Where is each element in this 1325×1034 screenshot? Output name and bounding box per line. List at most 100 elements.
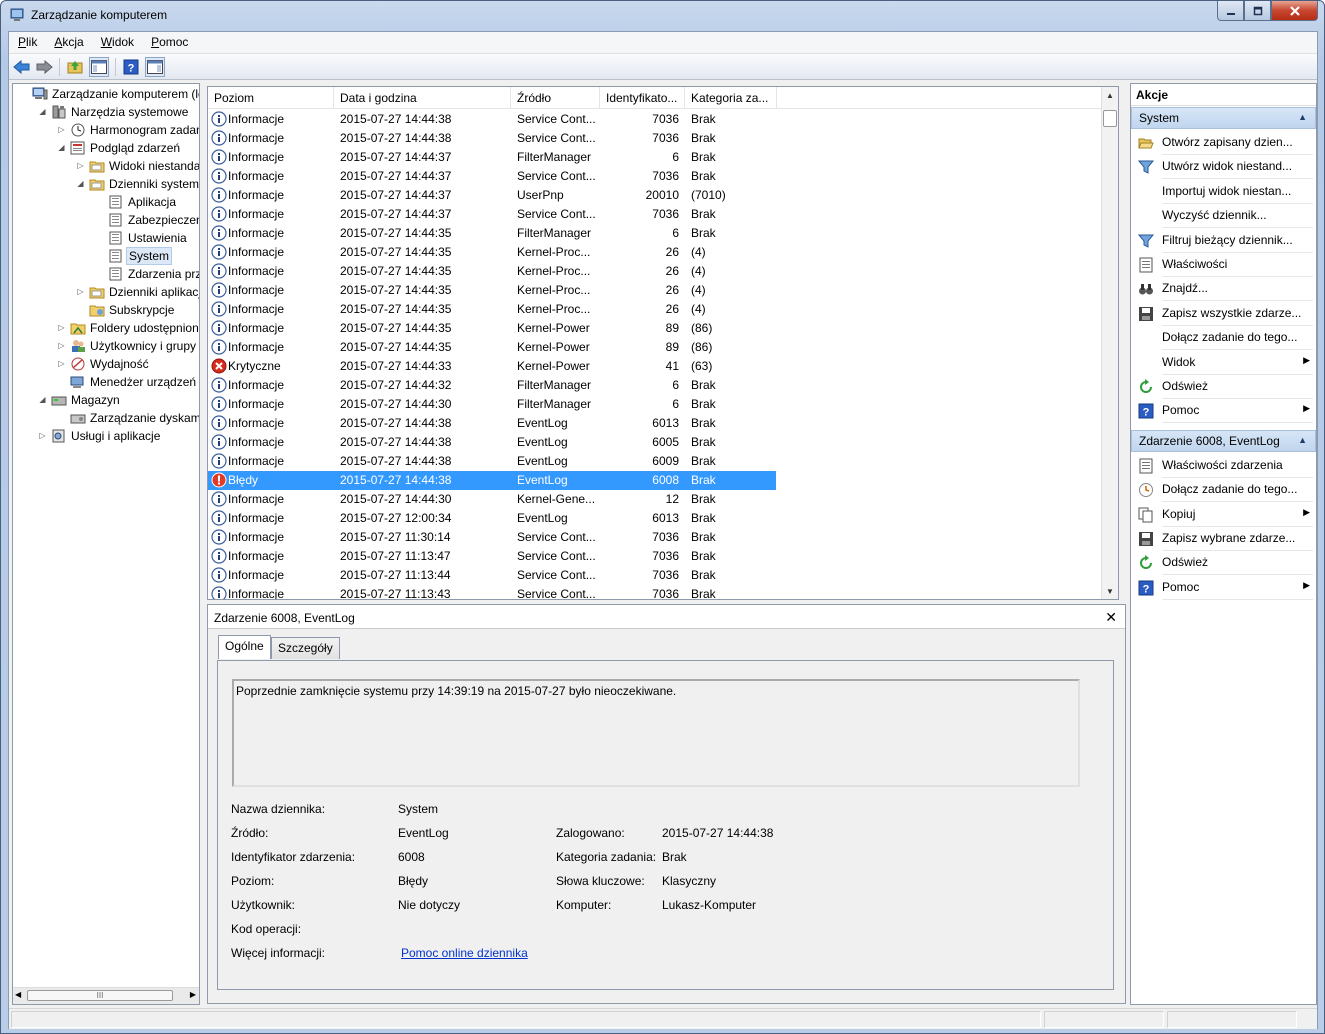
action-item[interactable]: Dołącz zadanie do tego... [1131,326,1316,351]
scroll-up-arrow-icon[interactable]: ▲ [1102,87,1118,103]
table-row[interactable]: Informacje 2015-07-27 14:44:32 FilterManag… [208,376,776,395]
table-row[interactable]: Informacje 2015-07-27 14:44:35 Kernel-Powe… [208,319,776,338]
tree-item[interactable]: ▷ Usługi i aplikacje [13,427,199,445]
table-row[interactable]: Informacje 2015-07-27 12:00:34 EventLog 601… [208,509,776,528]
tab-details[interactable]: Szczegóły [271,637,340,659]
tree-item[interactable]: ▷ Widoki niestandardowe [13,157,199,175]
table-row[interactable]: Informacje 2015-07-27 14:44:35 Kernel-Proc… [208,243,776,262]
tree-item[interactable]: Zarządzanie dyskami [13,409,199,427]
collapse-arrow-icon[interactable]: ◢ [38,391,47,409]
tree-item[interactable]: Ustawienia [13,229,199,247]
table-row[interactable]: Informacje 2015-07-27 11:13:43 Service Con… [208,585,776,599]
actions-section-header[interactable]: Zdarzenie 6008, EventLog ▲ [1131,429,1316,452]
tree-item[interactable]: ▷ Użytkownicy i grupy lokalne [13,337,199,355]
tree-item[interactable]: ▷ Harmonogram zadań [13,121,199,139]
expand-arrow-icon[interactable]: ▷ [57,121,66,139]
console-tree[interactable]: ◀ III ▶ Zarządzanie komputerem (lokalny)… [12,83,200,1005]
table-row[interactable]: Informacje 2015-07-27 14:44:35 Kernel-Proc… [208,300,776,319]
table-row[interactable]: Informacje 2015-07-27 14:44:35 FilterManag… [208,224,776,243]
table-row[interactable]: Informacje 2015-07-27 14:44:38 EventLog 600… [208,433,776,452]
back-button[interactable] [12,57,32,77]
tree-item[interactable]: ▷ Wydajność [13,355,199,373]
table-row[interactable]: Informacje 2015-07-27 11:30:14 Service Con… [208,528,776,547]
tree-item[interactable]: Menedżer urządzeń [13,373,199,391]
action-item[interactable]: Kopiuj ▶ [1131,503,1316,527]
title-bar[interactable]: Zarządzanie komputerem [1,1,1324,29]
expand-arrow-icon[interactable]: ▷ [57,337,66,355]
table-row[interactable]: Informacje 2015-07-27 14:44:35 Kernel-Powe… [208,338,776,357]
collapse-arrow-icon[interactable]: ◢ [57,139,66,157]
tree-item[interactable]: Zarządzanie komputerem (lokalny) [13,85,199,103]
table-row[interactable]: Informacje 2015-07-27 14:44:37 Service Con… [208,205,776,224]
table-row[interactable]: Informacje 2015-07-27 14:44:30 Kernel-Gene… [208,490,776,509]
action-item[interactable]: Dołącz zadanie do tego... [1131,478,1316,503]
column-header[interactable]: Źródło [511,87,600,109]
action-item[interactable]: Odśwież [1131,551,1316,576]
action-item[interactable]: Znajdź... [1131,277,1316,302]
tree-item[interactable]: ◢ Dzienniki systemu Windows [13,175,199,193]
action-item[interactable]: Wyczyść dziennik... [1131,204,1316,229]
show-hide-tree-button[interactable] [89,57,109,77]
maximize-button[interactable] [1244,1,1271,21]
event-description[interactable]: Poprzednie zamknięcie systemu przy 14:39… [232,679,1080,787]
forward-button[interactable] [34,57,54,77]
table-row[interactable]: Informacje 2015-07-27 11:13:47 Service Con… [208,547,776,566]
scroll-down-arrow-icon[interactable]: ▼ [1102,583,1118,599]
actions-section-header[interactable]: System ▲ [1131,107,1316,129]
action-item[interactable]: Utwórz widok niestand... [1131,155,1316,180]
menu-widok[interactable]: Widok [92,32,142,53]
tree-item[interactable]: ◢ Podgląd zdarzeń [13,139,199,157]
expand-arrow-icon[interactable]: ▷ [38,427,47,445]
scroll-right-arrow-icon[interactable]: ▶ [190,990,196,999]
table-row[interactable]: Informacje 2015-07-27 14:44:35 Kernel-Proc… [208,281,776,300]
action-item[interactable]: Widok ▶ [1131,351,1316,375]
menu-akcja[interactable]: Akcja [45,32,91,53]
action-item[interactable]: Właściwości [1131,253,1316,277]
tree-horizontal-scrollbar[interactable]: ◀ III ▶ [13,987,199,1004]
collapse-arrow-icon[interactable]: ◢ [76,175,85,193]
action-item[interactable]: Filtruj bieżący dziennik... [1131,229,1316,253]
expand-arrow-icon[interactable]: ▷ [76,157,85,175]
scroll-thumb[interactable]: III [27,990,173,1001]
help-toolbar-button[interactable]: ? [121,57,141,77]
up-level-button[interactable] [65,57,85,77]
tree-item[interactable]: Aplikacja [13,193,199,211]
close-button[interactable] [1271,1,1318,21]
action-item[interactable]: Odśwież [1131,375,1316,399]
table-row[interactable]: Informacje 2015-07-27 14:44:38 Service Con… [208,129,776,148]
table-row[interactable]: Krytyczne 2015-07-27 14:44:33 Kernel-Power… [208,357,776,376]
table-row[interactable]: Informacje 2015-07-27 14:44:37 UserPnp 2001… [208,186,776,205]
action-item[interactable]: Zapisz wybrane zdarze... [1131,527,1316,551]
collapse-section-icon[interactable]: ▲ [1298,435,1307,445]
action-item[interactable]: Otwórz zapisany dzien... [1131,131,1316,155]
expand-arrow-icon[interactable]: ▷ [57,355,66,373]
tree-item[interactable]: Subskrypcje [13,301,199,319]
minimize-button[interactable] [1217,1,1244,21]
scroll-thumb[interactable] [1103,110,1117,127]
column-header[interactable]: Data i godzina [334,87,511,109]
menu-pomoc[interactable]: Pomoc [142,32,196,53]
column-header[interactable]: Kategoria za... [685,87,777,109]
table-row[interactable]: Informacje 2015-07-27 14:44:37 FilterManag… [208,148,776,167]
scroll-left-arrow-icon[interactable]: ◀ [15,990,21,999]
collapse-section-icon[interactable]: ▲ [1298,112,1307,122]
table-row[interactable]: Informacje 2015-07-27 14:44:38 EventLog 601… [208,414,776,433]
show-hide-actions-button[interactable] [145,57,165,77]
action-item[interactable]: ? Pomoc ▶ [1131,576,1316,600]
action-item[interactable]: Zapisz wszystkie zdarze... [1131,302,1316,326]
action-item[interactable]: Właściwości zdarzenia [1131,454,1316,478]
table-row[interactable]: Informacje 2015-07-27 14:44:37 Service Con… [208,167,776,186]
menu-plik[interactable]: Plik [9,32,45,53]
tab-general[interactable]: Ogólne [218,635,271,659]
table-row[interactable]: Informacje 2015-07-27 14:44:35 Kernel-Proc… [208,262,776,281]
tree-item[interactable]: ▷ Dzienniki aplikacji i usług [13,283,199,301]
action-item[interactable]: ? Pomoc ▶ [1131,399,1316,424]
tree-item[interactable]: Zdarzenia przesyłane dalej [13,265,199,283]
expand-arrow-icon[interactable]: ▷ [57,319,66,337]
tree-item[interactable]: System [13,247,199,265]
action-item[interactable]: Importuj widok niestan... [1131,180,1316,204]
table-row[interactable]: Informacje 2015-07-27 14:44:30 FilterManag… [208,395,776,414]
tree-item[interactable]: ◢ Magazyn [13,391,199,409]
column-header[interactable]: Poziom [208,87,334,109]
event-list[interactable]: Poziom Data i godzina Źródło Identyfikato..… [207,86,1119,600]
